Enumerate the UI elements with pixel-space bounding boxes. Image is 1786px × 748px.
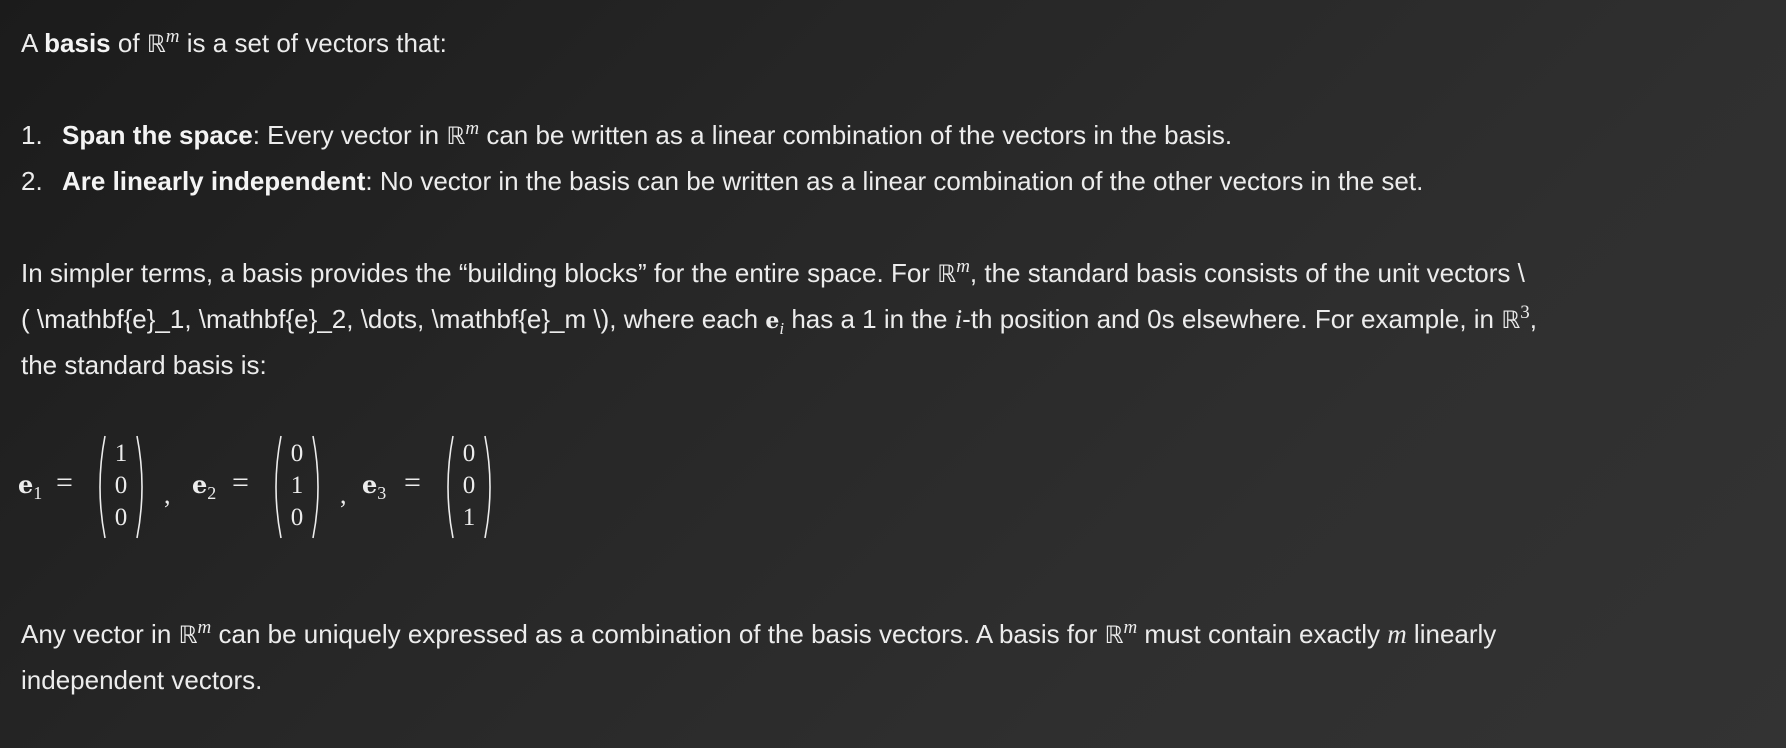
equals-sign: = — [404, 466, 421, 499]
real-numbers-symbol: ℝ — [178, 621, 198, 649]
real-numbers-symbol: ℝ — [446, 122, 466, 150]
paragraph-line: In simpler terms, a basis provides the “… — [21, 250, 1741, 296]
final-paragraph: Any vector in ℝm can be uniquely express… — [21, 611, 1741, 703]
vector-entry: 1 — [114, 440, 128, 467]
text: , the standard basis consists of the uni… — [969, 258, 1525, 288]
real-numbers-symbol: ℝ — [937, 260, 957, 288]
text: is a set of vectors that: — [179, 28, 447, 58]
list-item: 1. Span the space: Every vector in ℝm can… — [21, 112, 1423, 158]
list-number: 1. — [21, 120, 43, 150]
equals-sign: = — [232, 466, 249, 499]
exponent-m: m — [197, 617, 212, 638]
text: , — [1529, 304, 1537, 334]
bold-term-independent: Are linearly independent — [62, 166, 366, 196]
vector-entry: 1 — [462, 504, 476, 531]
text: : No vector in the basis can be written … — [365, 166, 1424, 196]
right-paren-icon — [312, 435, 319, 539]
left-paren-icon — [275, 435, 282, 539]
vector-subscript: 2 — [207, 483, 217, 503]
exponent-m: m — [165, 26, 180, 47]
bold-e-symbol: e — [192, 470, 208, 499]
real-numbers-symbol: ℝ — [1501, 306, 1521, 334]
real-numbers-symbol: ℝ — [1104, 621, 1124, 649]
comma: , — [340, 480, 347, 509]
real-numbers-symbol: ℝ — [146, 30, 166, 58]
paragraph-line: ( \mathbf{e}_1, \mathbf{e}_2, \dots, \ma… — [21, 296, 1741, 342]
simpler-terms-paragraph: In simpler terms, a basis provides the “… — [21, 250, 1741, 388]
paragraph-line: the standard basis is: — [21, 350, 267, 380]
text: can be uniquely expressed as a combinati… — [211, 619, 1105, 649]
exponent-3: 3 — [1520, 302, 1530, 323]
vector-label: e1 — [18, 470, 42, 508]
equals-sign: = — [56, 466, 73, 499]
text: In simpler terms, a basis provides the “… — [21, 258, 938, 288]
text: A — [21, 28, 45, 58]
vector-entry: 0 — [290, 440, 304, 467]
right-paren-icon — [484, 435, 491, 539]
exponent-m: m — [956, 256, 970, 277]
left-paren-icon — [99, 435, 106, 539]
bold-e-symbol: e — [362, 470, 378, 499]
raw-latex-text: ( \mathbf{e}_1, \mathbf{e}_2, \dots, \ma… — [21, 304, 766, 334]
basis-properties-list: 1. Span the space: Every vector in ℝm can… — [21, 112, 1423, 204]
left-paren-icon — [447, 435, 454, 539]
bold-e-symbol: e — [18, 470, 34, 499]
chat-response: A basis of ℝm is a set of vectors that: … — [0, 0, 1786, 748]
vector-entry: 0 — [290, 504, 304, 531]
bold-term-basis: basis — [44, 28, 111, 58]
paragraph-line: Any vector in ℝm can be uniquely express… — [21, 611, 1741, 657]
vector-entries: 0 1 0 — [286, 438, 308, 534]
vector-subscript: 1 — [33, 483, 43, 503]
text: linearly — [1406, 619, 1497, 649]
comma: , — [164, 480, 171, 509]
vector-entries: 1 0 0 — [110, 438, 132, 534]
paragraph-line: independent vectors. — [21, 665, 263, 695]
math-m: m — [1387, 619, 1407, 649]
text: has a 1 in the — [784, 304, 955, 334]
intro-paragraph: A basis of ℝm is a set of vectors that: — [21, 20, 447, 67]
vector-label: e2 — [192, 470, 216, 508]
text: can be written as a linear combination o… — [479, 120, 1233, 150]
text: must contain exactly — [1137, 619, 1388, 649]
text: of — [110, 28, 147, 58]
list-item: 2. Are linearly independent: No vector in… — [21, 158, 1423, 204]
vector-entry: 0 — [114, 504, 128, 531]
text: : Every vector in — [252, 120, 447, 150]
text: Any vector in — [21, 619, 179, 649]
list-number: 2. — [21, 166, 43, 196]
vector-entry: 0 — [114, 472, 128, 499]
vector-entry: 0 — [462, 440, 476, 467]
text: -th position and 0s elsewhere. For examp… — [962, 304, 1502, 334]
right-paren-icon — [136, 435, 143, 539]
exponent-m: m — [1123, 617, 1138, 638]
vector-entry: 0 — [462, 472, 476, 499]
vector-subscript: 3 — [377, 483, 387, 503]
vector-entries: 0 0 1 — [458, 438, 480, 534]
vector-label: e3 — [362, 470, 386, 508]
exponent-m: m — [465, 118, 480, 139]
bold-term-span: Span the space — [62, 120, 253, 150]
vector-entry: 1 — [290, 472, 304, 499]
bold-e-symbol: e — [765, 308, 780, 334]
